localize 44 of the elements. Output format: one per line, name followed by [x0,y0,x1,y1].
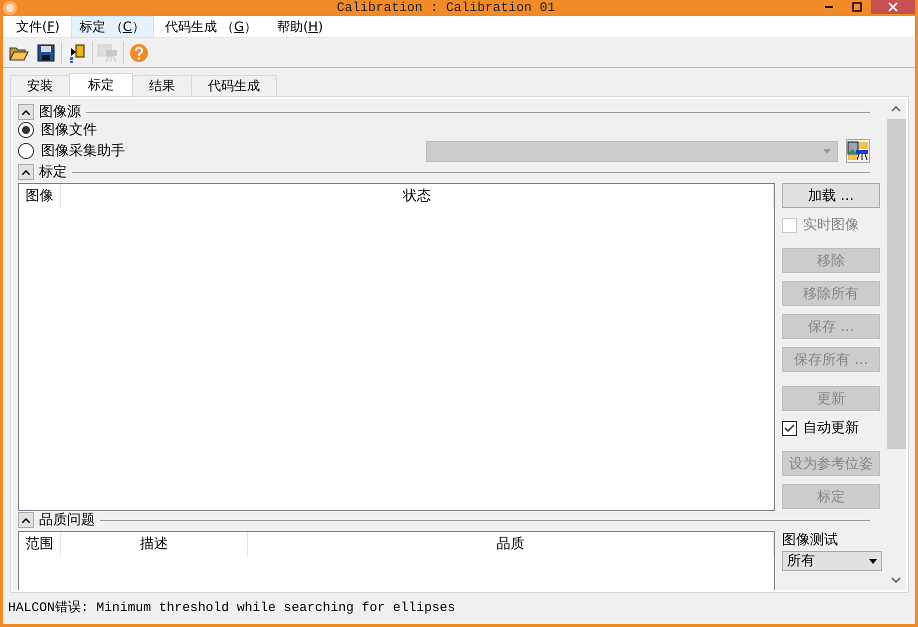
scroll-up-icon [891,106,901,112]
column-header: 品质 [248,532,774,556]
image-acquisition-button[interactable] [846,139,870,163]
window-title: Calibration : Calibration 01 [336,0,556,16]
tab[interactable]: 代码生成 [191,75,277,96]
collapse-icon [22,518,30,522]
column-header: 状态 [61,184,774,208]
close-button[interactable] [871,0,915,14]
menu-item[interactable]: 标定 （C） [70,16,154,38]
column-header: 图像 [19,184,61,208]
collapse-icon [22,110,30,114]
menu-item[interactable]: 帮助(H) [268,16,332,38]
menu-item[interactable]: 文件(F) [7,16,69,38]
status-message: HALCON错误: Minimum threshold while searching for ellipses [7,599,456,617]
menu-item[interactable]: 代码生成 （G） [156,16,266,38]
radio-option[interactable]: 图像采集助手 [18,139,125,163]
checkbox[interactable]: 自动更新 [782,419,880,437]
column-header: 描述 [61,532,248,556]
export-icon [68,42,86,62]
section-title: 品质问题 [39,511,95,529]
minimize-icon [825,6,833,8]
checkmark-icon [784,424,795,432]
dropdown-arrow-icon [869,558,877,564]
scroll-down-icon [891,577,901,583]
collapse-button[interactable] [18,164,34,180]
test-dropdown[interactable]: 所有 [782,551,882,571]
collapse-button[interactable] [18,512,34,528]
tab[interactable]: 安装 [10,75,70,96]
section-title: 标定 [39,163,67,181]
close-icon [888,2,898,12]
column-header: 范围 [19,532,61,556]
radio-option[interactable]: 图像文件 [18,121,886,139]
dropdown-arrow-icon [823,148,831,154]
maximize-icon [852,2,862,12]
folder-icon [9,44,29,60]
scrollbar[interactable] [886,99,906,590]
help-icon [129,42,149,62]
action-button[interactable]: 加载 ... [782,183,880,208]
section-title: 图像源 [39,103,81,121]
camera-icon [97,42,119,62]
collapse-button[interactable] [18,104,34,120]
collapse-icon [22,170,30,174]
test-label: 图像测试 [782,531,839,549]
tab[interactable]: 标定 [69,73,133,96]
